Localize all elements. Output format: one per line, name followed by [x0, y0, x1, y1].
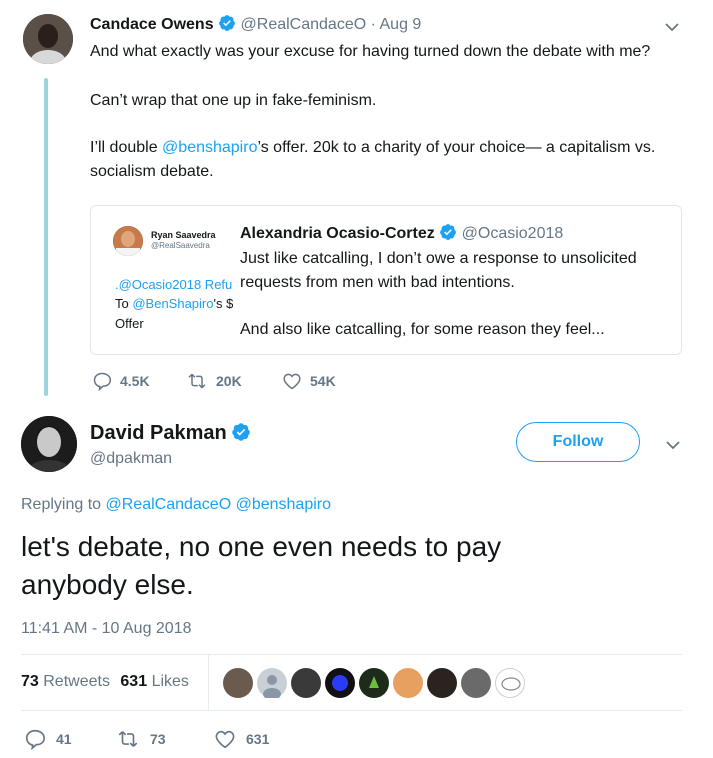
- thumb-avatar-image: [113, 226, 143, 256]
- liker-avatar[interactable]: [291, 668, 321, 698]
- retweet-count: 73: [150, 731, 166, 747]
- liker-avatar-image: [332, 675, 348, 691]
- heart-icon: [215, 730, 235, 749]
- verified-icon: [219, 15, 235, 31]
- replying-mention[interactable]: @RealCandaceO: [106, 496, 232, 513]
- quote-line2: requests from men with bad intentions.: [240, 274, 515, 291]
- liker-avatar[interactable]: [325, 668, 355, 698]
- liker-avatar-image: [369, 676, 379, 688]
- tweet2-text-line1: let's debate, no one even needs to pay: [21, 531, 502, 562]
- verified-icon: [440, 224, 457, 240]
- liker-avatar-image: [501, 677, 521, 691]
- replying-label: Replying to: [21, 496, 102, 513]
- reply-icon: [25, 729, 45, 750]
- like-action[interactable]: 54K: [282, 371, 336, 391]
- author-handle[interactable]: @dpakman: [90, 450, 172, 468]
- tweet1-line2: Can’t wrap that one up in fake-feminism.: [90, 92, 377, 109]
- author-handle[interactable]: @RealCandaceO: [241, 16, 367, 33]
- divider: [21, 654, 682, 655]
- retweet-count: 20K: [216, 373, 242, 389]
- heart-icon: [283, 373, 301, 390]
- likes-count[interactable]: 631: [120, 673, 147, 690]
- verified-icon: [232, 423, 250, 441]
- replying-mention[interactable]: @benshapiro: [236, 496, 331, 513]
- tweet1-header: Candace Owens @RealCandaceO · Aug 9: [90, 14, 421, 34]
- avatar[interactable]: [23, 14, 73, 64]
- quote-thumb-mention: @BenShapiro: [132, 296, 214, 311]
- quote-thumb-line2: To @BenShapiro's $: [115, 296, 233, 311]
- author-name[interactable]: Candace Owens: [90, 16, 214, 33]
- chevron-down-icon[interactable]: [663, 18, 681, 36]
- reply-action[interactable]: 41: [24, 728, 72, 750]
- reply-action[interactable]: 4.5K: [92, 371, 150, 391]
- liker-avatar[interactable]: [427, 668, 457, 698]
- tweet-date[interactable]: · Aug 9: [371, 16, 422, 33]
- tweet1-line3-post: ’s offer. 20k to a charity of your choic…: [257, 139, 656, 156]
- quote-line3: And also like catcalling, for some reaso…: [240, 321, 605, 338]
- quote-thumb-line2-pre: To: [115, 296, 133, 311]
- timestamp[interactable]: 11:41 AM - 10 Aug 2018: [21, 620, 192, 638]
- follow-button[interactable]: Follow: [516, 422, 640, 462]
- likes-label[interactable]: Likes: [152, 673, 189, 690]
- retweet-icon: [118, 731, 138, 747]
- reply-count: 4.5K: [120, 373, 150, 389]
- liker-avatar[interactable]: [359, 668, 389, 698]
- quote-thumb-line2-post: 's $: [213, 296, 233, 311]
- stats-divider: [208, 654, 209, 710]
- avatar-image: [23, 14, 73, 64]
- retweets-label[interactable]: Retweets: [43, 673, 110, 690]
- like-count: 631: [246, 731, 270, 747]
- retweet-action[interactable]: 73: [116, 728, 166, 750]
- liker-avatar[interactable]: [495, 668, 525, 698]
- tweet1-line3-pre: I’ll double: [90, 139, 163, 156]
- tweet1-line1: And what exactly was your excuse for hav…: [90, 43, 651, 60]
- mention-link[interactable]: @benshapiro: [162, 139, 257, 156]
- quote-thumb-line1: .@Ocasio2018 Refu: [115, 277, 233, 292]
- quote-author-handle: @Ocasio2018: [461, 225, 564, 242]
- tweet2-header: David Pakman: [90, 422, 251, 445]
- liker-avatar[interactable]: [257, 668, 287, 700]
- like-action[interactable]: 631: [214, 728, 269, 750]
- avatar[interactable]: [21, 416, 77, 472]
- chevron-down-icon[interactable]: [664, 436, 682, 454]
- retweet-action[interactable]: 20K: [186, 371, 242, 391]
- quote-author-name: Alexandria Ocasio-Cortez: [240, 225, 435, 242]
- thread-line: [44, 78, 48, 396]
- quote-line1: Just like catcalling, I don’t owe a resp…: [240, 250, 637, 267]
- like-count: 54K: [310, 373, 336, 389]
- tweet2-text-line2: anybody else.: [21, 569, 194, 600]
- tweet1-line4: socialism debate.: [90, 163, 214, 180]
- quote-thumb-avatar: [113, 226, 143, 256]
- quote-thumb-name: Ryan Saavedra: [151, 230, 216, 240]
- stats-row: 73 Retweets 631 Likes: [21, 673, 189, 691]
- avatar-image: [21, 416, 77, 472]
- divider: [21, 710, 682, 711]
- quoted-tweet-card[interactable]: Ryan Saavedra @RealSaavedra .@Ocasio2018…: [90, 205, 682, 355]
- tweet1-line3: I’ll double @benshapiro’s offer. 20k to …: [90, 136, 655, 160]
- liker-avatar[interactable]: [461, 668, 491, 698]
- quote-thumb-handle: @RealSaavedra: [151, 241, 210, 250]
- retweet-icon: [188, 373, 206, 389]
- quote-header: Alexandria Ocasio-Cortez @Ocasio2018: [240, 223, 563, 243]
- default-avatar-icon: [263, 675, 281, 700]
- liker-avatar[interactable]: [393, 668, 423, 698]
- reply-icon: [93, 372, 112, 391]
- liker-avatar[interactable]: [223, 668, 253, 698]
- retweets-count[interactable]: 73: [21, 673, 39, 690]
- author-name[interactable]: David Pakman: [90, 422, 227, 444]
- replying-to: Replying to @RealCandaceO @benshapiro: [21, 496, 331, 514]
- quote-thumb-line3: Offer: [115, 316, 144, 331]
- reply-count: 41: [56, 731, 72, 747]
